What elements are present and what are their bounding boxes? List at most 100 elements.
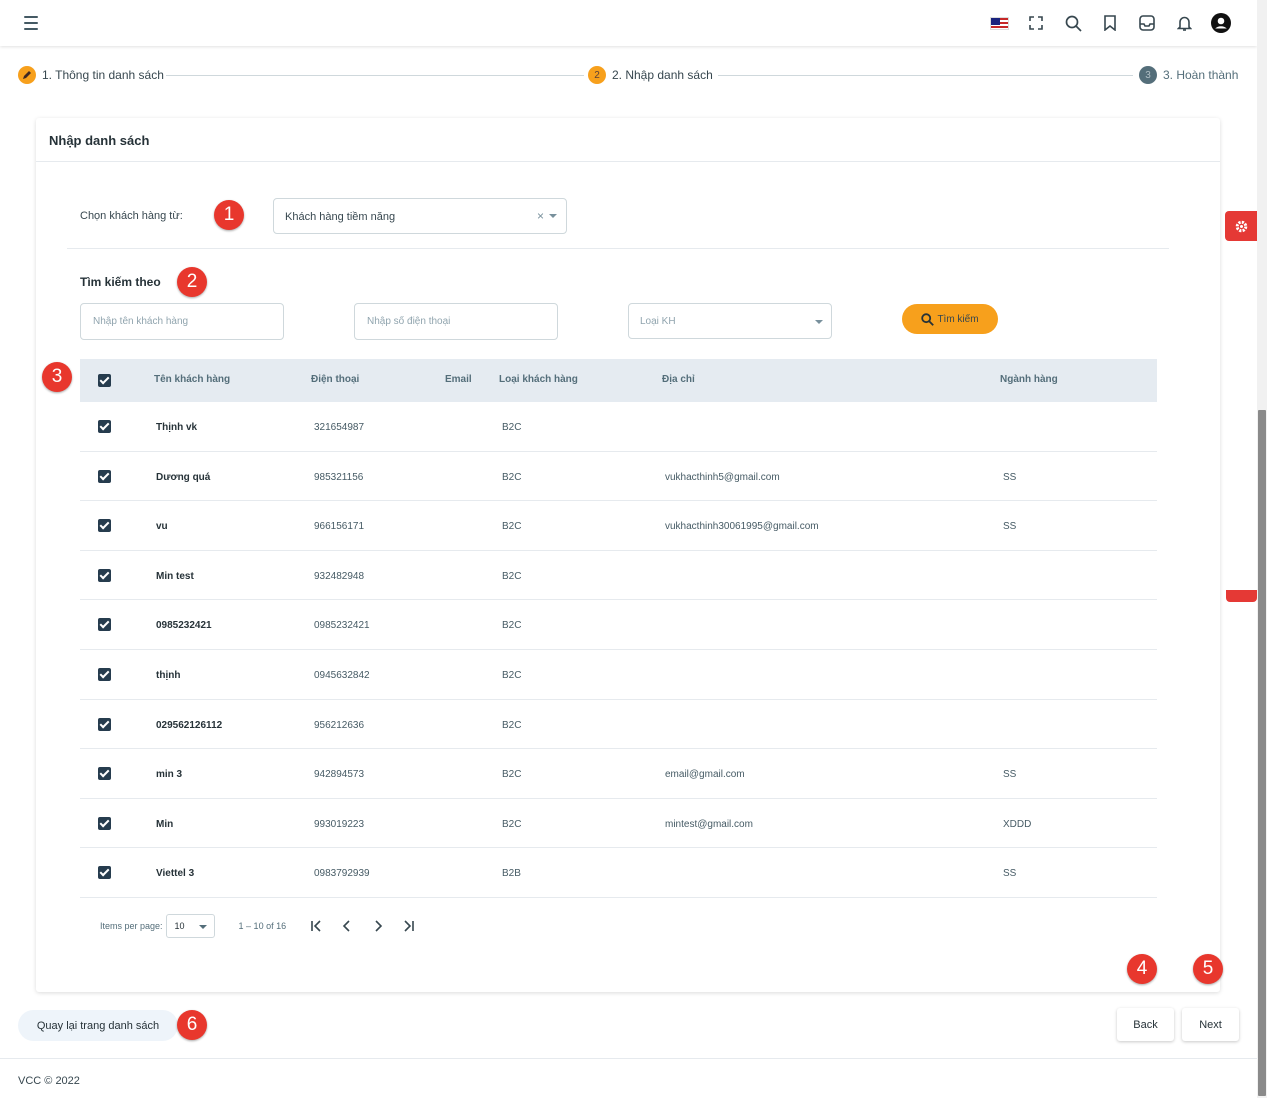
bookmark-icon[interactable]: [1098, 11, 1122, 35]
cell-customer-type: B2C: [502, 471, 522, 483]
table-row[interactable]: vu 966156171 B2C vukhacthinh30061995@gmail.…: [80, 501, 1157, 551]
step-2-number: 2: [588, 66, 606, 84]
stepper: 1. Thông tin danh sách 2 2. Nhập danh sá…: [18, 66, 1239, 86]
annotation-marker-5: 5: [1193, 954, 1223, 984]
row-checkbox[interactable]: [98, 816, 111, 830]
cell-phone: 932482948: [314, 570, 365, 582]
column-header-name[interactable]: Tên khách hàng: [154, 374, 230, 385]
column-header-phone[interactable]: Điện thoại: [311, 374, 359, 385]
cell-phone: 956212636: [314, 719, 365, 731]
top-bar: [0, 0, 1257, 46]
paginator: Items per page: 10 1 – 10 of 16: [100, 914, 428, 938]
divider: [36, 161, 1220, 162]
row-checkbox[interactable]: [98, 469, 111, 483]
phone-input[interactable]: [354, 303, 558, 340]
next-page-icon[interactable]: [366, 914, 390, 938]
customer-name-input[interactable]: [80, 303, 284, 340]
row-checkbox[interactable]: [98, 667, 111, 681]
page-size-select[interactable]: 10: [165, 914, 215, 938]
cell-name: thịnh: [156, 669, 181, 681]
table-header: Tên khách hàng Điện thoại Email Loại khá…: [80, 359, 1157, 402]
menu-icon[interactable]: [24, 13, 44, 33]
source-label: Chọn khách hàng từ:: [80, 210, 183, 222]
row-checkbox[interactable]: [98, 767, 111, 781]
table-row[interactable]: Thịnh vk 321654987 B2C: [80, 402, 1157, 452]
user-icon[interactable]: [1209, 11, 1233, 35]
annotation-marker-1: 1: [214, 200, 244, 230]
scrollbar-thumb[interactable]: [1258, 410, 1266, 1096]
column-header-address[interactable]: Địa chỉ: [662, 374, 695, 385]
annotation-marker-6: 6: [177, 1010, 207, 1040]
stepper-line: [718, 75, 1133, 76]
first-page-icon[interactable]: [304, 914, 328, 938]
cell-industry: SS: [1003, 769, 1017, 781]
step-3[interactable]: 3 3. Hoàn thành: [1139, 66, 1239, 84]
cell-address: email@gmail.com: [665, 769, 745, 781]
import-list-card: Nhập danh sách Chọn khách hàng từ: Khách…: [36, 118, 1220, 992]
cell-customer-type: B2C: [502, 818, 522, 830]
step-1[interactable]: 1. Thông tin danh sách: [18, 66, 164, 84]
cell-name: min 3: [156, 769, 183, 781]
table-row[interactable]: min 3 942894573 B2C email@gmail.com SS: [80, 749, 1157, 799]
row-checkbox[interactable]: [98, 866, 111, 880]
us-flag-icon[interactable]: [987, 11, 1011, 35]
page-size-value: 10: [174, 921, 185, 931]
annotation-marker-3: 3: [42, 362, 72, 392]
stepper-line: [166, 75, 584, 76]
cell-phone: 966156171: [314, 521, 365, 533]
column-header-email[interactable]: Email: [445, 374, 472, 385]
table-row[interactable]: Viettel 3 0983792939 B2B SS: [80, 848, 1157, 898]
search-button-label: Tìm kiếm: [937, 313, 979, 325]
next-button[interactable]: Next: [1182, 1008, 1239, 1041]
column-header-industry[interactable]: Ngành hàng: [1000, 374, 1058, 385]
footer-copyright: VCC © 2022: [18, 1075, 80, 1087]
table-row[interactable]: 029562126112 956212636 B2C: [80, 700, 1157, 750]
row-checkbox[interactable]: [98, 618, 111, 632]
inbox-icon[interactable]: [1135, 11, 1159, 35]
select-all-checkbox[interactable]: [98, 374, 111, 387]
row-checkbox[interactable]: [98, 519, 111, 533]
cell-customer-type: B2C: [502, 719, 522, 731]
back-to-list-button[interactable]: Quay lại trang danh sách: [18, 1010, 178, 1041]
customer-table: Tên khách hàng Điện thoại Email Loại khá…: [80, 359, 1157, 898]
fullscreen-icon[interactable]: [1024, 11, 1048, 35]
previous-page-icon[interactable]: [335, 914, 359, 938]
row-checkbox[interactable]: [98, 568, 111, 582]
settings-tab[interactable]: [1225, 211, 1257, 241]
cell-customer-type: B2C: [502, 570, 522, 582]
table-row[interactable]: thịnh 0945632842 B2C: [80, 650, 1157, 700]
cell-customer-type: B2C: [502, 422, 522, 433]
customer-type-select[interactable]: Loại KH: [628, 303, 832, 339]
divider: [0, 1058, 1257, 1059]
row-checkbox[interactable]: [98, 717, 111, 731]
table-row[interactable]: 0985232421 0985232421 B2C: [80, 600, 1157, 650]
step-2[interactable]: 2 2. Nhập danh sách: [588, 66, 713, 84]
table-row[interactable]: Min 993019223 B2C mintest@gmail.com XDDD: [80, 799, 1157, 849]
search-icon: [921, 312, 935, 326]
cell-name: 0985232421: [156, 620, 212, 632]
chevron-down-icon: [549, 214, 557, 218]
cell-address: mintest@gmail.com: [665, 818, 753, 830]
step-3-number: 3: [1139, 66, 1157, 84]
cell-address: vukhacthinh30061995@gmail.com: [665, 521, 819, 533]
last-page-icon[interactable]: [397, 914, 421, 938]
cell-phone: 993019223: [314, 818, 365, 830]
step-2-label: 2. Nhập danh sách: [612, 68, 713, 82]
bell-icon[interactable]: [1172, 11, 1196, 35]
table-row[interactable]: Min test 932482948 B2C: [80, 551, 1157, 601]
customer-type-placeholder: Loại KH: [640, 316, 676, 327]
column-header-customer-type[interactable]: Loại khách hàng: [499, 374, 578, 385]
cell-customer-type: B2C: [502, 669, 522, 681]
clear-icon[interactable]: ×: [537, 209, 544, 223]
search-icon[interactable]: [1061, 11, 1085, 35]
back-button[interactable]: Back: [1117, 1008, 1174, 1041]
row-checkbox[interactable]: [98, 420, 111, 433]
table-row[interactable]: Dương quá 985321156 B2C vukhacthinh5@gmail.…: [80, 452, 1157, 502]
annotation-marker-2: 2: [177, 267, 207, 297]
search-button[interactable]: Tìm kiếm: [902, 304, 998, 334]
pencil-icon: [18, 66, 36, 84]
cell-customer-type: B2C: [502, 521, 522, 533]
customer-source-select[interactable]: Khách hàng tiềm năng ×: [273, 198, 567, 234]
side-widget-tab[interactable]: [1226, 590, 1257, 602]
cell-phone: 321654987: [314, 422, 365, 433]
